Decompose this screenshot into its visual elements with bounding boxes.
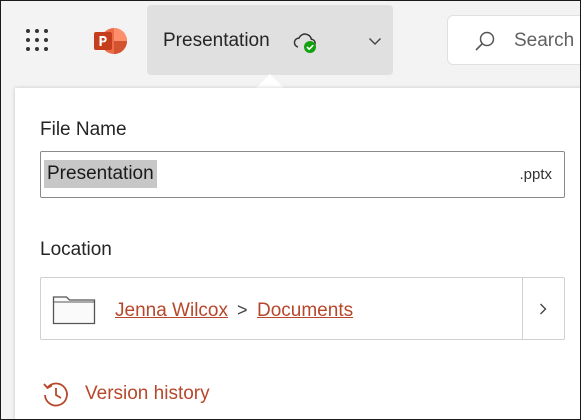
location-browse-button[interactable]	[522, 278, 564, 339]
panel-caret	[255, 74, 285, 89]
powerpoint-logo-icon[interactable]	[94, 27, 128, 55]
breadcrumb-separator: >	[237, 300, 248, 320]
search-placeholder: Search	[514, 30, 575, 51]
location-picker: Jenna Wilcox > Documents	[40, 277, 565, 340]
cloud-saved-icon	[293, 33, 316, 53]
waffle-grid-icon[interactable]	[25, 28, 51, 54]
document-title-button[interactable]: Presentation	[147, 5, 393, 75]
version-history-link[interactable]: Version history	[41, 377, 261, 411]
search-box[interactable]: Search	[447, 15, 580, 65]
version-history-label: Version history	[85, 383, 210, 404]
file-name-input[interactable]: Presentation .pptx	[40, 151, 565, 198]
location-breadcrumb-user[interactable]: Jenna Wilcox	[115, 300, 228, 322]
file-name-label: File Name	[40, 119, 127, 140]
app-window: Presentation Search File Name Presentati…	[0, 0, 581, 420]
document-title: Presentation	[163, 30, 270, 51]
file-name-value: Presentation	[44, 160, 157, 188]
file-extension: .pptx	[519, 166, 552, 183]
history-icon	[43, 382, 68, 407]
location-breadcrumb-documents[interactable]: Documents	[257, 300, 353, 322]
chevron-right-icon	[540, 303, 547, 315]
top-bar: Presentation Search	[1, 1, 580, 81]
location-label: Location	[40, 239, 112, 260]
chevron-down-icon[interactable]	[368, 36, 382, 46]
folder-icon	[52, 296, 96, 325]
search-icon	[475, 31, 495, 51]
